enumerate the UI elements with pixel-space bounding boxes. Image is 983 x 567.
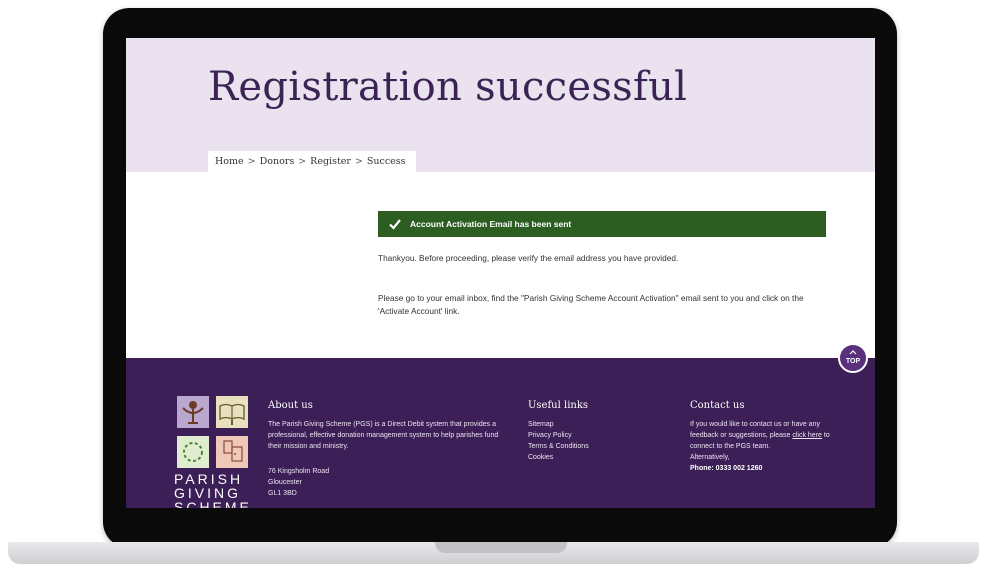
breadcrumb-current: Success — [366, 156, 406, 167]
laptop-notch — [435, 542, 567, 553]
contact-click-here-link[interactable]: click here — [792, 432, 822, 439]
alert-message: Account Activation Email has been sent — [410, 219, 572, 229]
breadcrumb-register[interactable]: Register — [310, 156, 351, 167]
breadcrumb-home[interactable]: Home — [215, 156, 244, 167]
breadcrumb: Home > Donors > Register > Success — [208, 151, 416, 172]
instructions-message: Please go to your email inbox, find the … — [378, 293, 804, 316]
site-footer: PARISH GIVING SCHEME About us The Parish… — [126, 358, 875, 508]
links-title: Useful links — [528, 400, 589, 411]
link-cookies[interactable]: Cookies — [528, 452, 648, 463]
success-alert: Account Activation Email has been sent — [378, 211, 826, 237]
breadcrumb-separator: > — [298, 156, 307, 167]
logo-wordmark: PARISH GIVING SCHEME — [174, 472, 252, 508]
verify-message: Thankyou. Before proceeding, please veri… — [378, 253, 679, 263]
logo-tile-doors — [216, 436, 248, 468]
breadcrumb-separator: > — [247, 156, 256, 167]
about-title: About us — [268, 400, 313, 411]
page-title: Registration successful — [208, 64, 688, 110]
contact-title: Contact us — [690, 400, 745, 411]
logo-tile-ring — [177, 436, 209, 468]
logo-tile-figure — [177, 396, 209, 428]
back-to-top-button[interactable]: TOP — [838, 343, 868, 373]
contact-alternatively: Alternatively, — [690, 454, 730, 461]
top-label: TOP — [845, 358, 861, 365]
footer-about: About us The Parish Giving Scheme (PGS) … — [268, 400, 508, 499]
breadcrumb-donors[interactable]: Donors — [260, 156, 295, 167]
logo-word-scheme: SCHEME — [174, 499, 252, 508]
address-line: Gloucester — [268, 479, 302, 486]
page-header: Registration successful Home > Donors > … — [126, 38, 875, 172]
link-sitemap[interactable]: Sitemap — [528, 419, 648, 430]
about-text: The Parish Giving Scheme (PGS) is a Dire… — [268, 421, 499, 450]
checkmark-icon — [388, 217, 402, 231]
breadcrumb-separator: > — [354, 156, 363, 167]
contact-text: If you would like to contact us or have … — [690, 419, 840, 452]
browser-screen: Registration successful Home > Donors > … — [126, 38, 875, 508]
logo-tile-book — [216, 396, 248, 428]
link-privacy-policy[interactable]: Privacy Policy — [528, 430, 648, 441]
logo-word-giving: GIVING — [174, 485, 242, 501]
contact-phone: Phone: 0333 002 1260 — [690, 465, 763, 472]
logo-word-parish: PARISH — [174, 471, 244, 487]
link-terms-conditions[interactable]: Terms & Conditions — [528, 441, 648, 452]
footer-contact: Contact us If you would like to contact … — [690, 400, 840, 474]
address: 76 Kingsholm Road Gloucester GL1 3BD — [268, 466, 508, 499]
chevron-up-icon — [849, 350, 857, 358]
address-line: 76 Kingsholm Road — [268, 468, 330, 475]
footer-useful-links: Useful links Sitemap Privacy Policy Term… — [528, 400, 648, 463]
address-line: GL1 3BD — [268, 490, 297, 497]
